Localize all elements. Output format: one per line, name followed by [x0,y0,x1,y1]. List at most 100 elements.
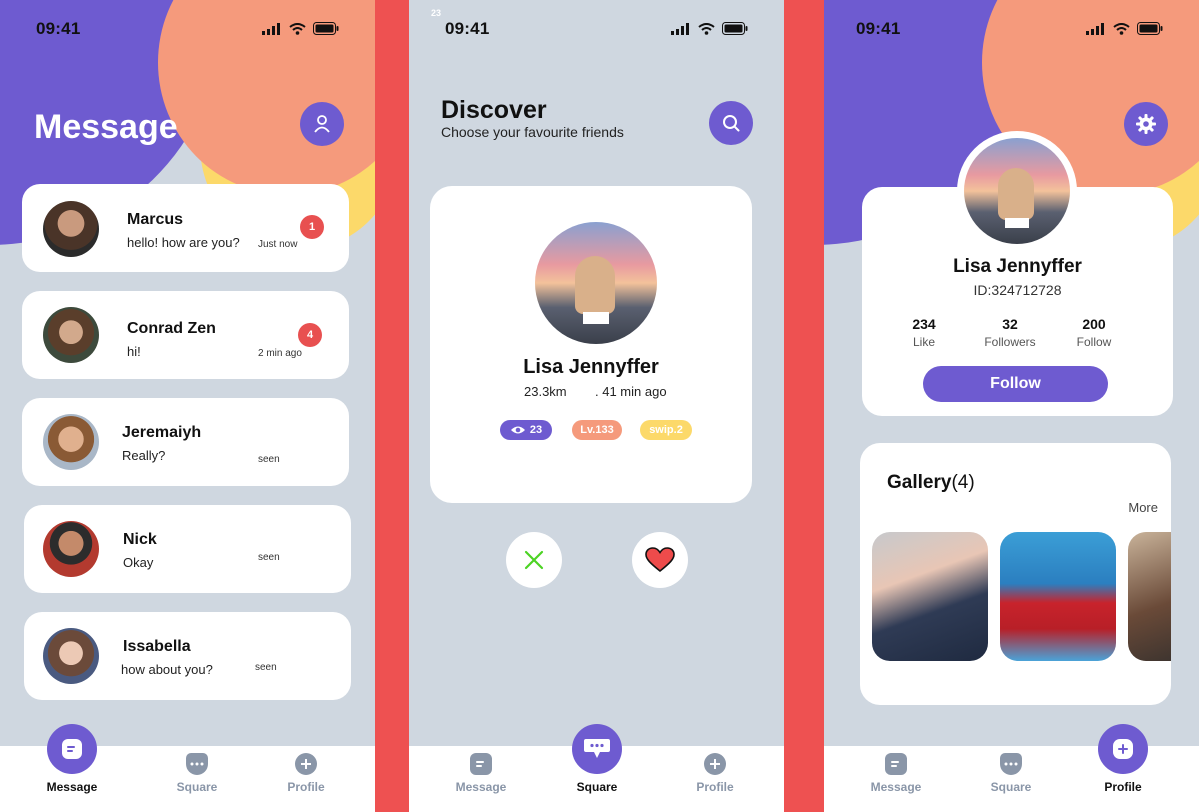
status-icons [262,22,339,35]
message-icon [62,739,82,759]
contact-name: Conrad Zen [127,320,216,337]
corner-tag: 23 [431,8,442,18]
gallery-photo[interactable] [1128,532,1171,661]
nav-label: Message [455,780,507,794]
stat-value: 200 [1082,316,1106,332]
avatar [43,201,99,257]
page-subtitle: Choose your favourite friends [441,124,624,140]
stat-label: Follow [1076,335,1112,349]
status-bar: 23 09:41 [409,0,784,56]
stat-value: 32 [1002,316,1018,332]
battery-icon [313,22,339,35]
status-icons [671,22,748,35]
message-preview: hello! how are you? [127,235,240,250]
status-time: 09:41 [36,19,81,38]
battery-icon [722,22,748,35]
like-button[interactable] [632,532,688,588]
nav-message[interactable]: Message [846,746,946,812]
nav-profile[interactable]: Profile [665,746,765,812]
page-title: Message [34,108,178,146]
nav-profile[interactable]: Profile [1073,724,1173,812]
avatar [43,414,99,470]
gallery-card: Gallery(4) More [860,443,1171,705]
square-icon [584,739,610,758]
nav-square[interactable]: Square [961,746,1061,812]
search-icon [723,115,740,132]
stat-label: Followers [984,335,1036,349]
contact-name: Nick [123,531,157,548]
user-icon [314,115,330,133]
wifi-icon [1113,22,1130,35]
status-time: 09:41 [445,19,490,38]
status-bar: 09:41 [824,0,1199,56]
status-icons [1086,22,1163,35]
stat-value: 234 [912,316,936,332]
conversation-jeremaiyh[interactable]: Jeremaiyh Really? seen [22,398,349,486]
signal-icon [671,22,689,35]
signal-icon [1086,22,1104,35]
nav-square[interactable]: Square [547,724,647,812]
eye-icon [510,426,525,434]
close-icon [524,550,544,570]
bottom-nav: Message Square Profile [409,724,784,812]
gallery-count: (4) [951,472,975,493]
contact-name: Marcus [127,211,184,228]
nav-square[interactable]: Square [147,746,247,812]
profile-card[interactable]: Lisa Jennyffer 23.3km . 41 min ago 23 Lv… [430,186,752,503]
wifi-icon [698,22,715,35]
gallery-title: Gallery(4) [887,472,975,494]
avatar-ring [957,131,1077,251]
nav-label: Square [990,780,1032,794]
conversation-issabella[interactable]: Issabella how about you? seen [24,612,351,700]
status-bar: 09:41 [0,0,375,56]
nav-label: Profile [1104,780,1142,794]
stat-follow: 200 Follow [1054,316,1134,349]
nav-message[interactable]: Message [431,746,531,812]
nav-message[interactable]: Message [22,724,122,812]
gallery-photo[interactable] [872,532,988,661]
profile-photo [535,222,657,344]
nav-label: Message [46,780,98,794]
page-title: Discover [441,96,547,124]
avatar [43,628,99,684]
message-icon [470,753,492,775]
conversation-conrad[interactable]: Conrad Zen hi! 2 min ago 4 [22,291,349,379]
avatar [43,521,99,577]
battery-icon [1137,22,1163,35]
square-icon [1000,753,1022,775]
unread-badge: 1 [300,215,324,239]
profile-plus-icon [295,753,317,775]
message-icon [885,753,907,775]
gallery-photo[interactable] [1000,532,1116,661]
contact-name: Issabella [123,638,191,655]
settings-button[interactable] [1124,102,1168,146]
discover-screen: 23 09:41 Discover Choose your favourite … [409,0,784,812]
message-preview: Really? [122,448,166,463]
gear-icon [1136,114,1156,134]
conversation-nick[interactable]: Nick Okay seen [24,505,351,593]
dislike-button[interactable] [506,532,562,588]
user-button[interactable] [300,102,344,146]
stat-label: Like [912,335,935,349]
profile-photo [964,138,1070,244]
swipe-badge: swip.2 [640,420,692,440]
nav-profile[interactable]: Profile [256,746,356,812]
stat-like: 234 Like [884,316,964,349]
profile-screen: 09:41 Lisa Jennyffer ID:324712728 234 Li… [824,0,1199,812]
level-text: Lv.133 [580,424,614,436]
profile-plus-icon [1113,739,1133,759]
follow-button[interactable]: Follow [923,366,1108,402]
square-nav-bubble [572,724,622,774]
conversation-marcus[interactable]: Marcus hello! how are you? Just now 1 [22,184,349,272]
nav-label: Profile [696,780,734,794]
signal-icon [262,22,280,35]
gallery-label: Gallery [887,472,952,493]
search-button[interactable] [709,101,753,145]
profile-name: Lisa Jennyffer [523,356,659,378]
profile-distance: 23.3km [524,384,567,399]
message-status: seen [258,552,280,563]
status-time: 09:41 [856,19,901,38]
more-link[interactable]: More [1128,500,1158,515]
views-badge: 23 [500,420,552,440]
stat-followers: 32 Followers [970,316,1050,349]
